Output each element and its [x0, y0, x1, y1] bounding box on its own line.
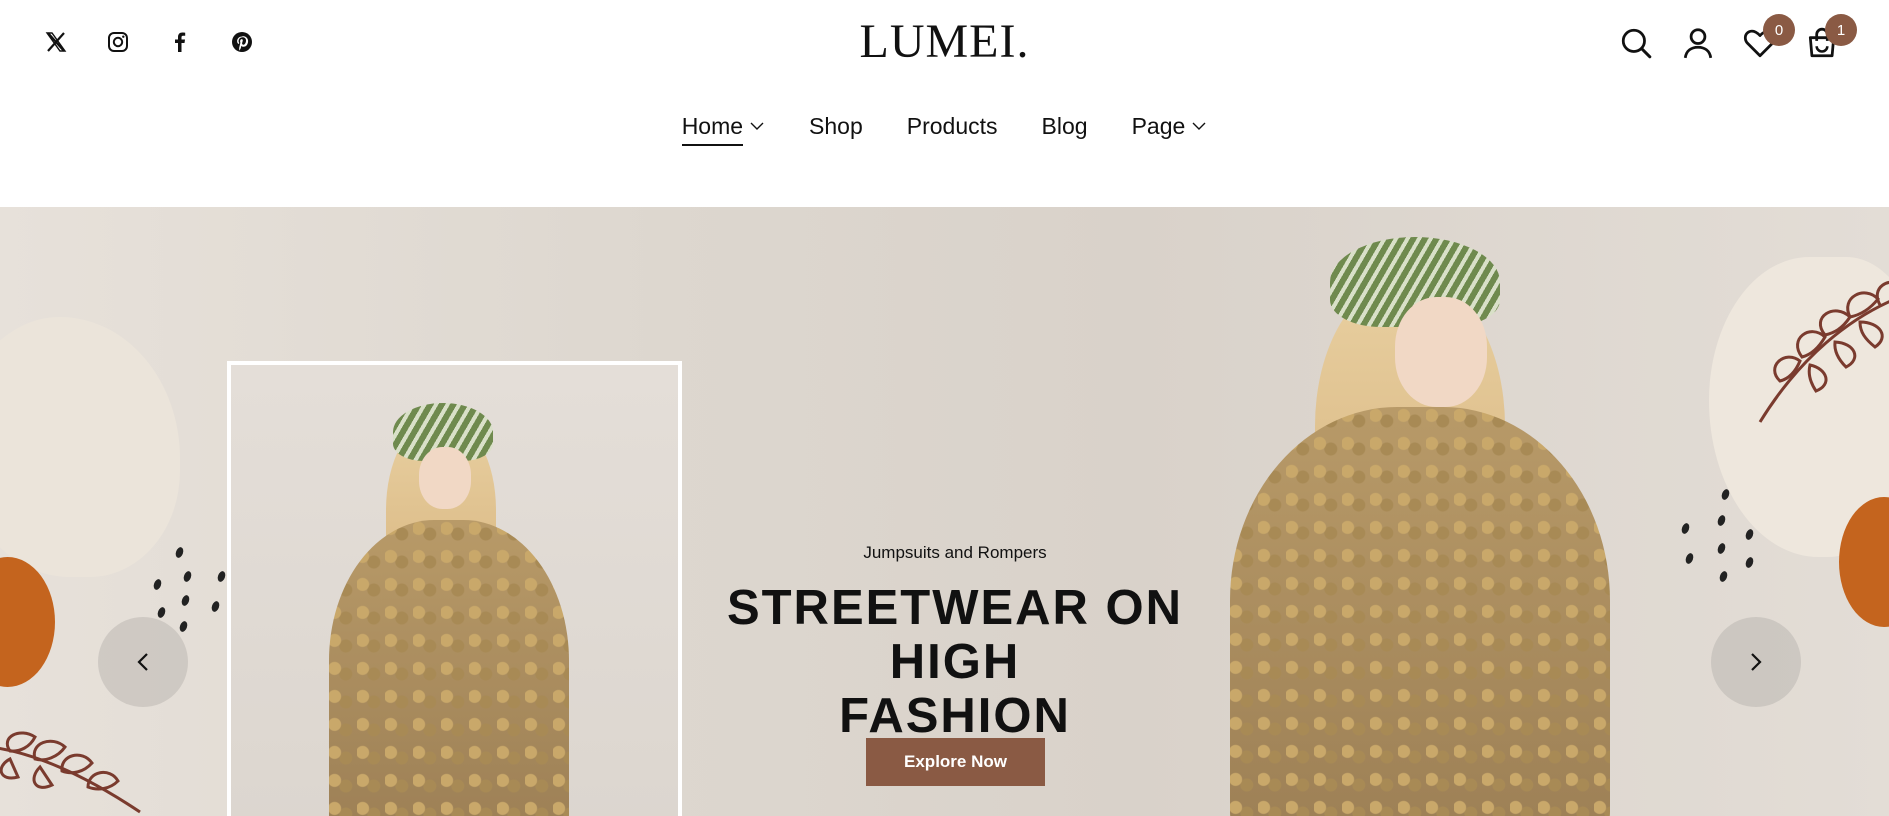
- chevron-left-icon: [137, 653, 148, 671]
- decorative-orange-shape: [0, 557, 55, 687]
- nav-item-label: Page: [1131, 112, 1186, 139]
- main-navigation: Home Shop Products Blog Page: [0, 108, 1889, 146]
- hero-model-image: [1220, 227, 1610, 816]
- hero-title-line: FASHION: [839, 689, 1071, 743]
- cart-count-badge: 1: [1825, 14, 1857, 46]
- decorative-blob: [0, 317, 180, 577]
- nav-item-label: Blog: [1041, 112, 1088, 139]
- cart-button[interactable]: 1: [1791, 14, 1857, 64]
- hero-title: STREETWEAR ON HIGH FASHION: [670, 581, 1240, 743]
- nav-item-blog[interactable]: Blog: [1020, 108, 1110, 144]
- slider-next-button[interactable]: [1711, 617, 1801, 707]
- nav-item-shop[interactable]: Shop: [787, 108, 885, 144]
- nav-item-products[interactable]: Products: [885, 108, 1020, 144]
- user-icon: [1683, 28, 1713, 59]
- chevron-down-icon: [1192, 122, 1206, 130]
- account-button[interactable]: [1667, 22, 1729, 64]
- hero-slider: Jumpsuits and Rompers STREETWEAR ON HIGH…: [0, 207, 1889, 816]
- explore-now-button[interactable]: Explore Now: [866, 738, 1045, 786]
- search-icon: [1621, 28, 1652, 59]
- site-header: LUMEI. 0 1 Home Shop Products Blog Page: [0, 0, 1889, 207]
- hero-subtitle: Jumpsuits and Rompers: [863, 543, 1047, 562]
- wishlist-button[interactable]: 0: [1729, 14, 1795, 64]
- nav-item-home[interactable]: Home: [660, 108, 787, 146]
- chevron-down-icon: [750, 122, 764, 130]
- nav-item-label: Home: [681, 113, 744, 146]
- hero-title-line: STREETWEAR ON HIGH: [726, 581, 1184, 689]
- search-button[interactable]: [1605, 22, 1667, 64]
- header-actions: 0 1: [1605, 14, 1857, 64]
- chevron-right-icon: [1751, 653, 1762, 671]
- leaf-decoration: [1758, 281, 1889, 423]
- leaf-decoration: [0, 731, 141, 814]
- slider-prev-button[interactable]: [98, 617, 188, 707]
- nav-item-page[interactable]: Page: [1110, 108, 1230, 144]
- nav-item-label: Products: [906, 112, 998, 139]
- nav-item-label: Shop: [809, 112, 863, 139]
- hero-thumbnail-image: [227, 361, 682, 816]
